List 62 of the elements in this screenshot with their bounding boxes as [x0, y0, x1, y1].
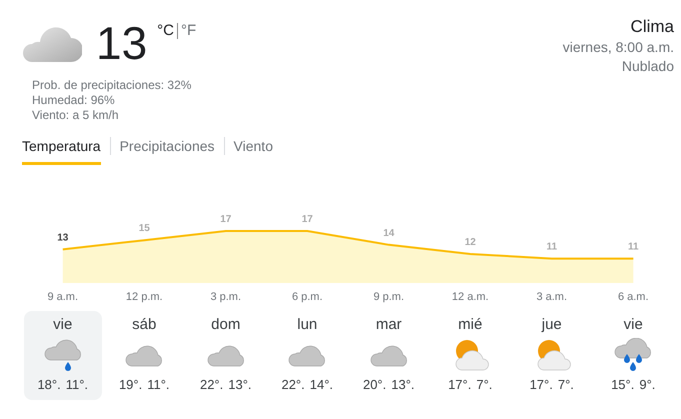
low-temperature: 13°. — [228, 377, 252, 392]
unit-toggle[interactable]: °F — [181, 22, 196, 39]
weather-detail: Prob. de precipitaciones: 32% — [32, 78, 192, 93]
day-name: mar — [376, 316, 402, 333]
day-name: mié — [458, 316, 482, 333]
high-temperature: 17°. — [530, 377, 553, 392]
high-temperature: 17°. — [448, 377, 472, 392]
day-forecast[interactable]: vie 18°. 11°. — [24, 311, 102, 400]
temperature-label: 14 — [383, 228, 394, 239]
temperature-label: 11 — [546, 242, 558, 253]
temperature-label: 17 — [220, 214, 232, 225]
hour-label: 12 a.m. — [450, 291, 490, 303]
temperature-label: 13 — [57, 232, 68, 244]
high-temperature: 18°. — [37, 377, 61, 392]
weather-detail: Humedad: 96% — [32, 93, 116, 108]
tab[interactable]: Temperatura — [22, 138, 101, 164]
condition-text: Nublado — [620, 57, 674, 76]
day-name: sáb — [132, 316, 156, 333]
temperature-label: 11 — [628, 242, 639, 253]
temperature-label: 12 — [464, 237, 476, 248]
hour-label: 9 a.m. — [46, 291, 80, 303]
day-forecast[interactable]: mar 20°. 13°. — [350, 311, 428, 400]
temperature-label: 17 — [302, 214, 313, 225]
day-forecast[interactable]: mié 17°. 7°. — [432, 311, 509, 400]
hour-label: 3 p.m. — [209, 291, 242, 303]
current-temperature: 13 — [96, 16, 148, 70]
high-temperature: 22°. — [281, 377, 305, 392]
weather-detail: Viento: a 5 km/h — [32, 108, 120, 123]
day-name: dom — [211, 316, 240, 333]
hour-label: 6 p.m. — [290, 291, 324, 303]
tab[interactable]: Precipitaciones — [120, 138, 215, 164]
rain-cloud-icon — [42, 338, 83, 372]
low-temperature: 7°. — [558, 377, 574, 392]
tab[interactable]: Viento — [234, 138, 273, 164]
day-name: jue — [542, 316, 562, 333]
low-temperature: 11°. — [147, 377, 170, 392]
day-forecast[interactable]: jue 17°. 7°. — [513, 311, 590, 400]
low-temperature: 11°. — [66, 377, 88, 392]
high-temperature: 15°. — [611, 377, 634, 392]
hour-label: 3 a.m. — [535, 291, 568, 303]
hour-label: 12 p.m. — [124, 291, 164, 303]
day-forecast[interactable]: sáb 19°. 11°. — [106, 311, 183, 400]
unit-toggle[interactable]: °C — [157, 22, 174, 39]
high-temperature: 20°. — [362, 377, 386, 392]
hour-label: 6 a.m. — [616, 291, 650, 303]
low-temperature: 14°. — [310, 377, 334, 392]
temperature-label: 15 — [138, 223, 150, 234]
low-temperature: 7°. — [476, 377, 492, 392]
rain-cloud-icon — [613, 338, 654, 372]
high-temperature: 22°. — [200, 377, 224, 392]
weather-title: Clima — [630, 16, 674, 38]
day-forecast[interactable]: vie 15°. 9°. — [594, 311, 672, 400]
low-temperature: 9°. — [639, 377, 656, 392]
day-name: vie — [624, 316, 643, 333]
day-name: lun — [297, 316, 318, 333]
high-temperature: 19°. — [118, 377, 142, 392]
low-temperature: 13°. — [391, 377, 415, 392]
day-name: vie — [53, 316, 72, 333]
day-forecast[interactable]: lun 22°. 14°. — [268, 311, 346, 400]
day-forecast[interactable]: dom 22°. 13°. — [187, 311, 264, 400]
date-time: viernes, 8:00 a.m. — [562, 38, 674, 57]
hour-label: 9 p.m. — [372, 291, 406, 303]
